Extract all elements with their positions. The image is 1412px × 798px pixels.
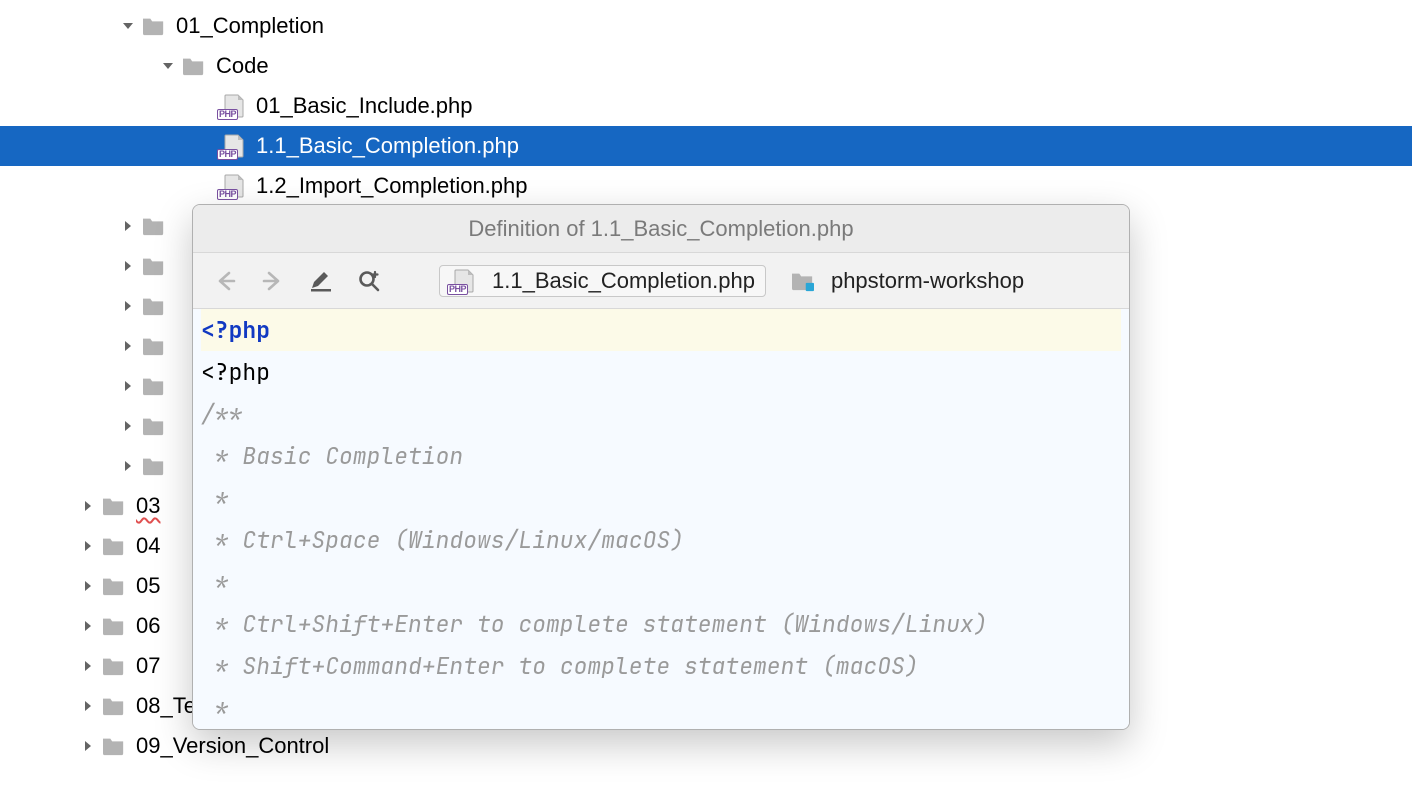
nav-forward-button[interactable]	[255, 263, 291, 299]
edit-source-button[interactable]	[303, 263, 339, 299]
search-button[interactable]	[351, 263, 387, 299]
chevron-right-icon[interactable]	[80, 740, 96, 752]
folder-icon	[140, 414, 168, 438]
tree-row[interactable]: PHP 1.1_Basic_Completion.php	[0, 126, 1412, 166]
code-line: *	[201, 483, 229, 513]
code-preview: <?php <?php /** * Basic Completion * * C…	[193, 309, 1129, 729]
folder-icon	[140, 14, 168, 38]
chevron-right-icon[interactable]	[120, 340, 136, 352]
breadcrumb-file-label: 1.1_Basic_Completion.php	[492, 268, 755, 294]
tree-item-label: 05	[136, 573, 160, 599]
tree-item-label: Code	[216, 53, 269, 79]
chevron-right-icon[interactable]	[80, 700, 96, 712]
code-line: * Shift+Command+Enter to complete statem…	[201, 651, 919, 681]
chevron-right-icon[interactable]	[120, 420, 136, 432]
breadcrumb-module-label: phpstorm-workshop	[831, 268, 1024, 294]
tree-item-label: 07	[136, 653, 160, 679]
folder-icon	[100, 494, 128, 518]
popup-title: Definition of 1.1_Basic_Completion.php	[193, 205, 1129, 253]
folder-icon	[180, 54, 208, 78]
php-file-icon: PHP	[220, 174, 248, 198]
tree-item-label: 01_Basic_Include.php	[256, 93, 473, 119]
tree-row[interactable]: 01_Completion	[0, 6, 1412, 46]
code-line: /**	[201, 399, 242, 429]
folder-icon	[100, 534, 128, 558]
chevron-right-icon[interactable]	[80, 500, 96, 512]
code-line: *	[201, 693, 229, 723]
tree-row[interactable]: PHP 1.2_Import_Completion.php	[0, 166, 1412, 206]
chevron-right-icon[interactable]	[120, 260, 136, 272]
folder-icon	[100, 574, 128, 598]
popup-toolbar: PHP 1.1_Basic_Completion.php phpstorm-wo…	[193, 253, 1129, 309]
php-file-icon: PHP	[450, 269, 478, 293]
tree-item-label: 1.2_Import_Completion.php	[256, 173, 528, 199]
tree-item-label: 09_Version_Control	[136, 733, 329, 759]
module-folder-icon	[789, 269, 817, 293]
tree-item-label: 01_Completion	[176, 13, 324, 39]
folder-icon	[140, 254, 168, 278]
chevron-right-icon[interactable]	[120, 300, 136, 312]
folder-icon	[140, 454, 168, 478]
chevron-right-icon[interactable]	[120, 220, 136, 232]
tree-row[interactable]: PHP 01_Basic_Include.php	[0, 86, 1412, 126]
folder-icon	[100, 734, 128, 758]
chevron-right-icon[interactable]	[120, 380, 136, 392]
folder-icon	[100, 694, 128, 718]
chevron-right-icon[interactable]	[80, 540, 96, 552]
chevron-right-icon[interactable]	[80, 660, 96, 672]
chevron-right-icon[interactable]	[80, 620, 96, 632]
tree-row[interactable]: 09_Version_Control	[0, 726, 1412, 766]
chevron-down-icon[interactable]	[120, 20, 136, 32]
tree-item-label: 03	[136, 493, 160, 519]
folder-icon	[140, 334, 168, 358]
folder-icon	[140, 294, 168, 318]
code-line: * Ctrl+Shift+Enter to complete statement…	[201, 609, 988, 639]
folder-icon	[100, 614, 128, 638]
code-line: <?php	[201, 315, 270, 345]
nav-back-button[interactable]	[207, 263, 243, 299]
tree-item-label: 04	[136, 533, 160, 559]
php-file-icon: PHP	[220, 134, 248, 158]
folder-icon	[140, 214, 168, 238]
breadcrumb-module[interactable]: phpstorm-workshop	[778, 265, 1035, 297]
code-line: *	[201, 567, 229, 597]
code-line: * Basic Completion	[201, 441, 463, 471]
chevron-right-icon[interactable]	[80, 580, 96, 592]
chevron-right-icon[interactable]	[120, 460, 136, 472]
breadcrumb-file[interactable]: PHP 1.1_Basic_Completion.php	[439, 265, 766, 297]
quick-definition-popup: Definition of 1.1_Basic_Completion.php P…	[192, 204, 1130, 730]
tree-item-label: 06	[136, 613, 160, 639]
folder-icon	[140, 374, 168, 398]
code-line: * Ctrl+Space (Windows/Linux/macOS)	[201, 525, 684, 555]
tree-row[interactable]: Code	[0, 46, 1412, 86]
folder-icon	[100, 654, 128, 678]
code-line: <?php	[201, 357, 270, 387]
chevron-down-icon[interactable]	[160, 60, 176, 72]
tree-item-label: 1.1_Basic_Completion.php	[256, 133, 519, 159]
php-file-icon: PHP	[220, 94, 248, 118]
